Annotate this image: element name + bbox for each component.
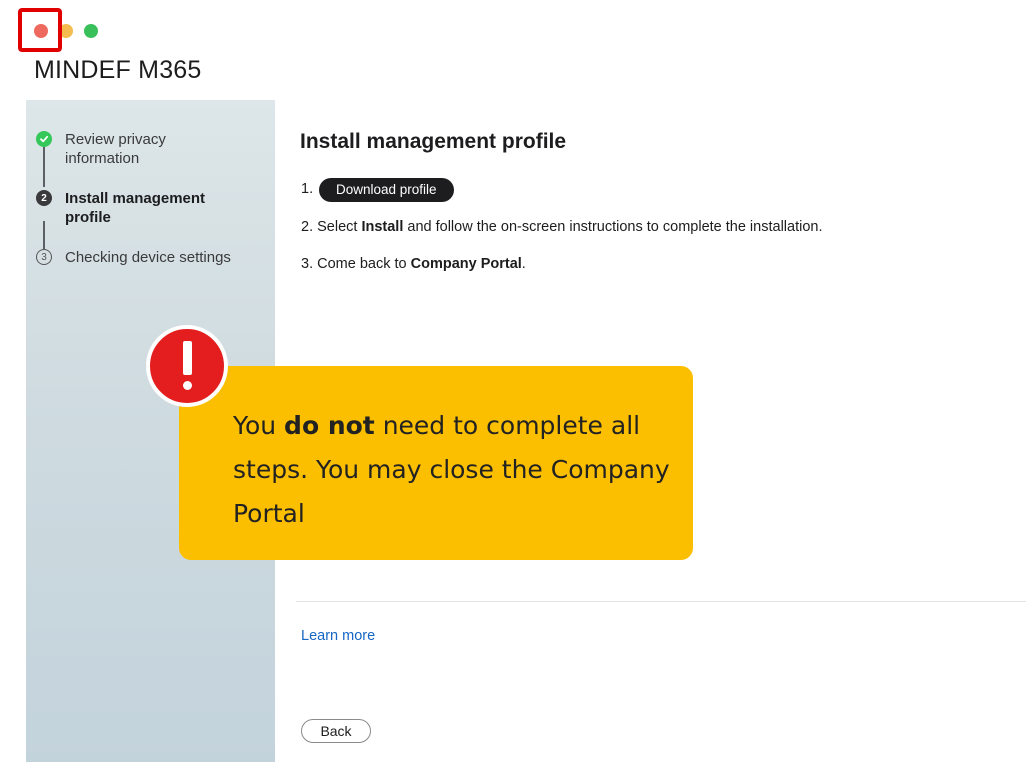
checkmark-icon <box>36 131 52 147</box>
step-label: Review privacy information <box>65 131 166 167</box>
zoom-window-button[interactable] <box>84 24 98 38</box>
instruction-step-3: 3. Come back to Company Portal. <box>301 256 526 272</box>
callout-text-pre: You <box>233 411 285 440</box>
step-3-prefix: 3. Come back to <box>301 256 411 272</box>
exclamation-icon <box>146 325 228 407</box>
back-button[interactable]: Back <box>301 719 371 743</box>
step-number-icon: 2 <box>36 190 52 206</box>
page-title: Install management profile <box>300 130 567 153</box>
step-1-number: 1. <box>301 181 314 197</box>
divider <box>296 601 1026 602</box>
sidebar-step-install-profile: 2 Install management profile <box>36 189 235 227</box>
sidebar-step-review-privacy: Review privacy information <box>36 130 225 168</box>
step-2-bold: Install <box>361 219 404 235</box>
step-2-suffix: and follow the on-screen instructions to… <box>403 219 823 235</box>
instruction-step-1: 1. <box>301 181 313 197</box>
app-title: MINDEF M365 <box>34 56 202 84</box>
sidebar-step-checking-settings: 3 Checking device settings <box>36 248 275 267</box>
callout-text: You do not need to complete all steps. Y… <box>233 404 673 536</box>
step-2-prefix: 2. Select <box>301 219 362 235</box>
step-number-icon: 3 <box>36 249 52 265</box>
notice-callout: You do not need to complete all steps. Y… <box>179 366 693 560</box>
instruction-step-2: 2. Select Install and follow the on-scre… <box>301 219 822 235</box>
step-label: Checking device settings <box>65 249 231 266</box>
callout-text-bold: do not <box>284 411 375 440</box>
learn-more-link[interactable]: Learn more <box>301 628 375 644</box>
step-3-bold: Company Portal <box>410 256 522 272</box>
download-profile-button[interactable]: Download profile <box>319 178 454 202</box>
step-3-suffix: . <box>521 256 526 272</box>
close-button-highlight <box>18 8 62 52</box>
step-label: Install management profile <box>65 190 206 226</box>
